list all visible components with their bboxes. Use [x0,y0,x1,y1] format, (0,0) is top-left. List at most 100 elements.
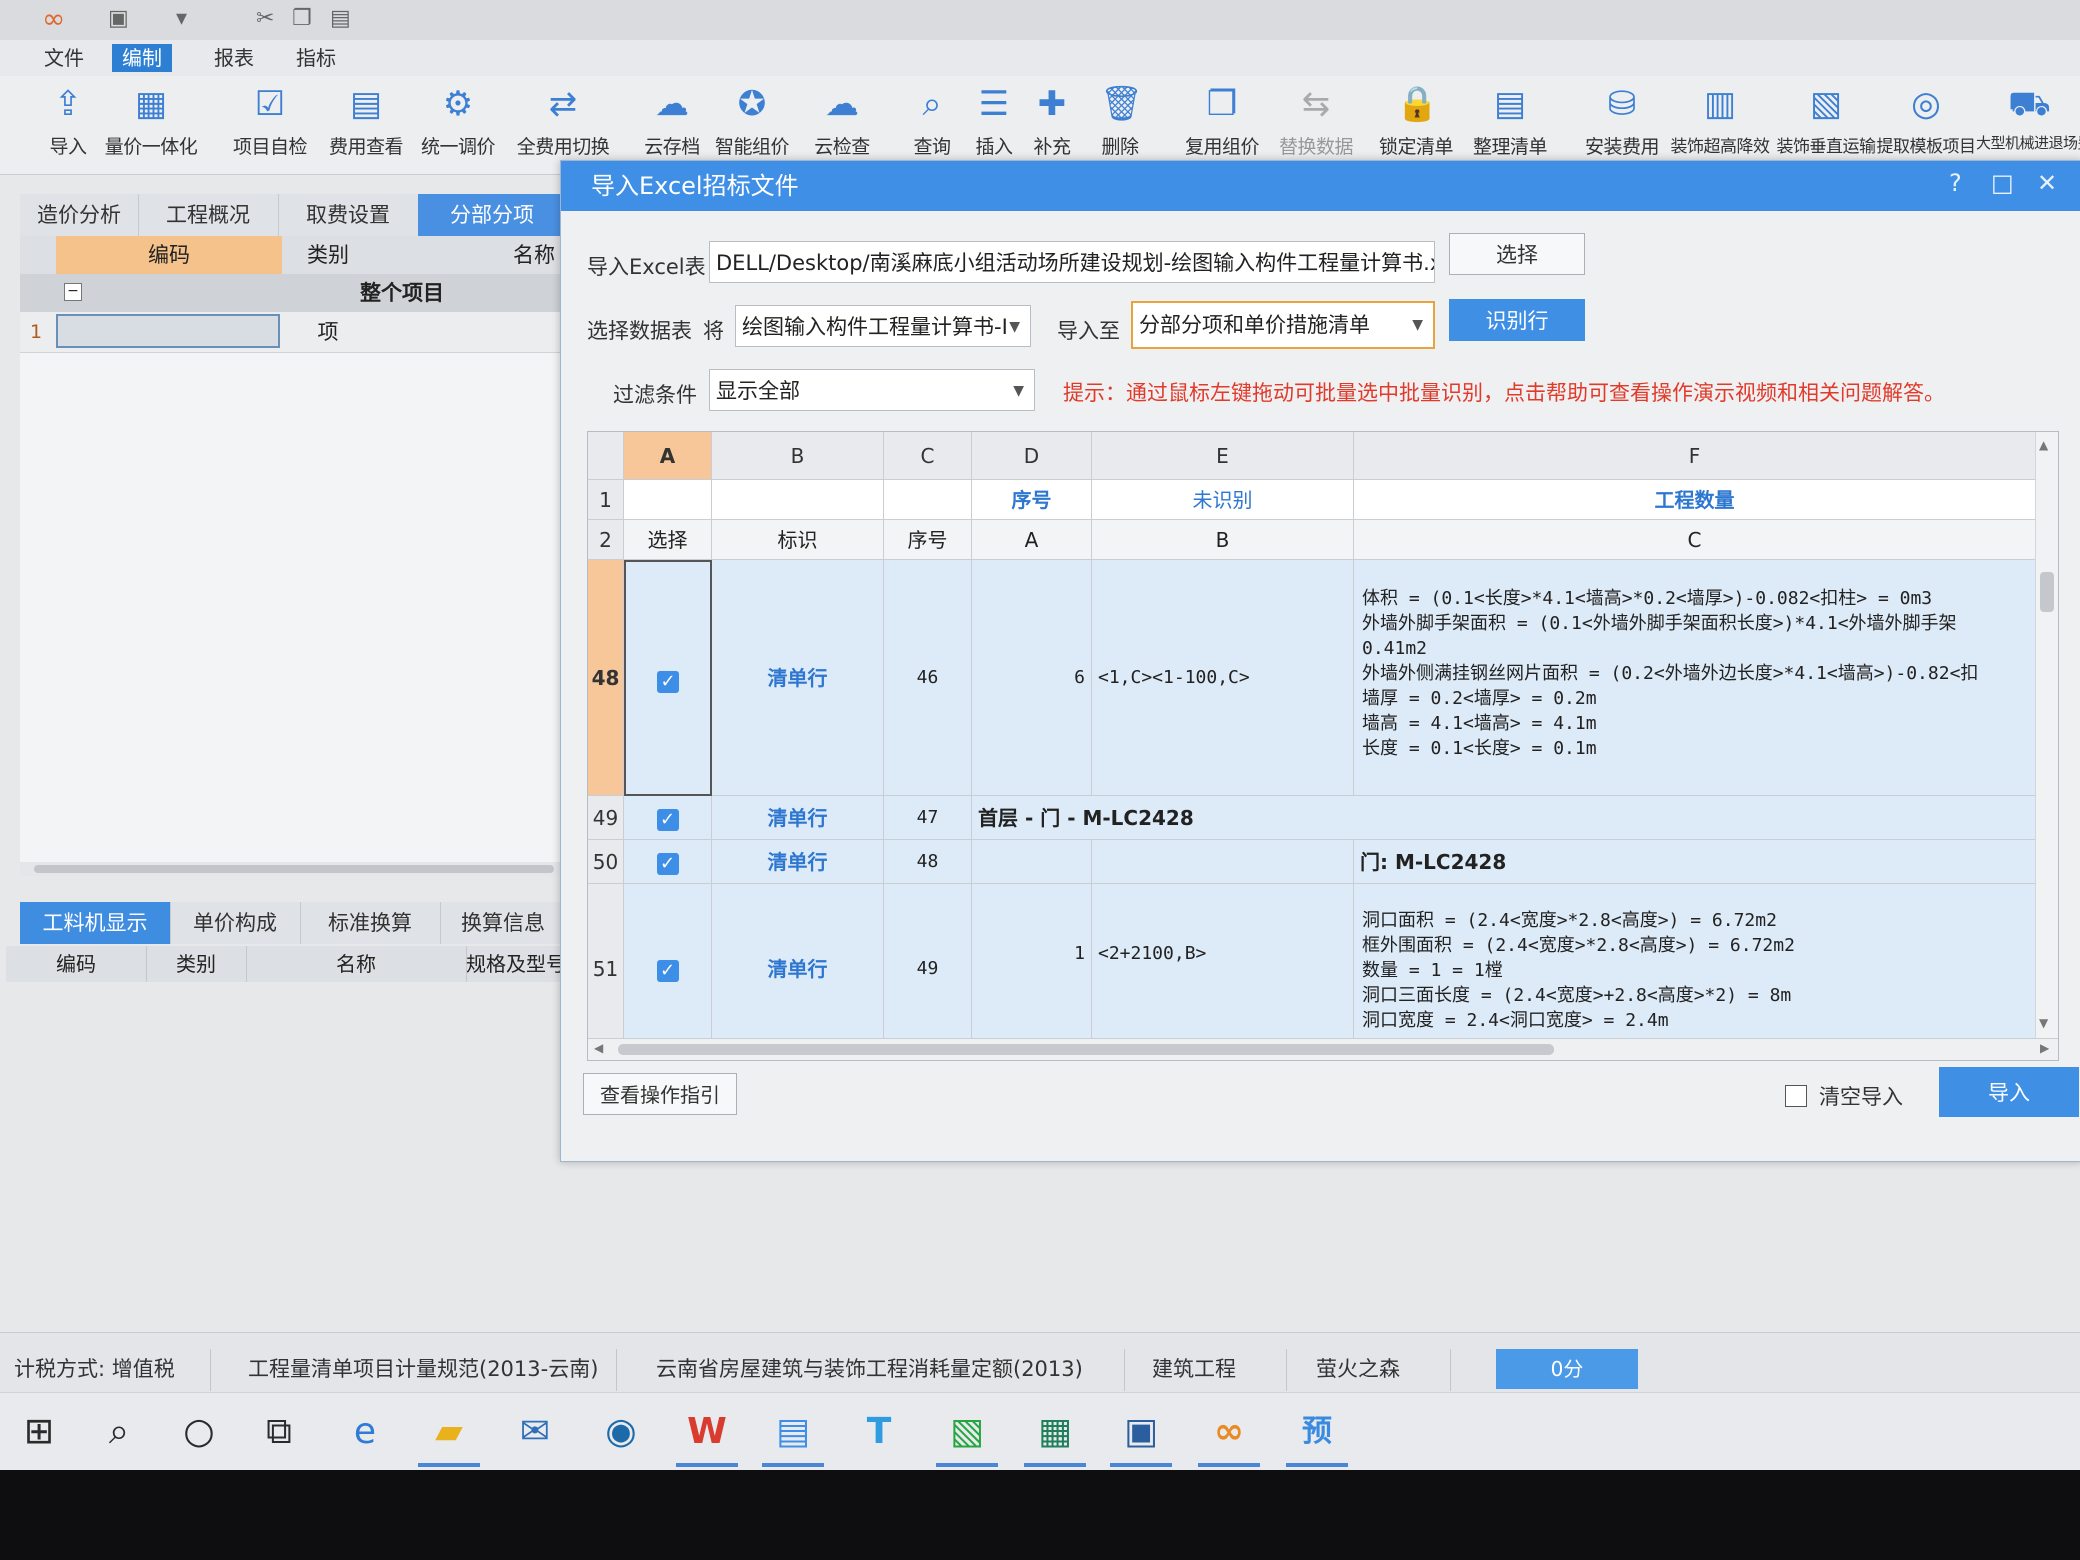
row-number[interactable]: 49 [588,796,624,840]
code-cell-editing[interactable] [56,314,280,348]
column-c-header[interactable]: C [884,432,972,480]
column-map-f[interactable]: 工程数量 [1354,480,2036,520]
scroll-down-icon[interactable]: ▼ [2039,1016,2048,1030]
header-spec[interactable]: 规格及型号 [466,946,567,982]
horizontal-scrollbar[interactable] [20,862,566,876]
select-checkbox[interactable]: ✓ [624,884,712,1054]
checkbox-checked-icon[interactable]: ✓ [656,809,679,831]
app-icon-6[interactable]: ▣ [1110,1407,1172,1467]
column-d-header[interactable]: D [972,432,1092,480]
app-icon-3[interactable]: T [854,1407,904,1457]
paste-icon[interactable]: ▤ [330,6,351,31]
row-number[interactable]: 51 [588,884,624,1054]
tab-project-overview[interactable]: 工程概况 [138,194,279,236]
column-map-e[interactable]: 未识别 [1092,480,1354,520]
header-code[interactable]: 编码 [56,236,283,274]
checkbox-checked-icon[interactable]: ✓ [656,960,679,982]
cloud-check-button[interactable]: ☁ 云检查 [794,80,890,170]
tab-sub-items[interactable]: 分部分项 [418,194,567,236]
sheet-select[interactable]: 绘图输入构件工程量计算书-I ▼ [735,305,1031,347]
scroll-right-icon[interactable]: ▶ [2040,1041,2049,1055]
mail-icon[interactable]: ✉ [510,1407,560,1457]
tab-cost-analysis[interactable]: 造价分析 [20,194,139,236]
cortana-icon[interactable]: ○ [174,1407,224,1457]
column-map-d[interactable]: 序号 [972,480,1092,520]
clear-import-checkbox[interactable] [1785,1085,1807,1107]
excel-path-field[interactable]: DELL/Desktop/南溪麻底小组活动场所建设规划-绘图输入构件工程量计算书… [709,241,1435,283]
decor-height-button[interactable]: ▥ 装饰超高降效 [1670,80,1771,170]
extract-template-button[interactable]: ◎ 提取模板项目 [1876,80,1977,170]
scroll-left-icon[interactable]: ◀ [594,1041,603,1055]
save-icon[interactable]: ▣ [108,6,129,31]
checkbox-checked-icon[interactable]: ✓ [656,853,679,875]
self-check-button[interactable]: ☑ 项目自检 [222,80,318,170]
select-checkbox[interactable]: ✓ [624,560,712,796]
identify-rows-button[interactable]: 识别行 [1449,299,1585,341]
header-name[interactable]: 名称 [246,946,467,982]
dialog-title-bar[interactable]: 导入Excel招标文件 ? □ ✕ [561,161,2080,211]
scroll-thumb[interactable] [2040,572,2054,612]
column-e-header[interactable]: E [1092,432,1354,480]
menu-report[interactable]: 报表 [204,44,264,72]
cut-icon[interactable]: ✂ [256,6,274,31]
unify-price-button[interactable]: ⚙ 统一调价 [410,80,506,170]
checkbox-checked-icon[interactable]: ✓ [657,671,679,693]
header-name[interactable]: 名称 [374,236,566,274]
wps-icon[interactable]: W [676,1407,738,1467]
undo-icon[interactable]: ▾ [176,6,187,31]
row-mark[interactable]: 清单行 [712,840,884,884]
copy-icon[interactable]: ❐ [292,6,312,31]
file-explorer-icon[interactable]: ▰ [418,1407,480,1467]
install-fee-button[interactable]: ⛁ 安装费用 [1574,80,1670,170]
column-b-header[interactable]: B [712,432,884,480]
group-row[interactable]: − 整个项目 [20,274,566,312]
scroll-thumb[interactable] [618,1044,1554,1055]
tab-labor-material[interactable]: 工料机显示 [20,902,171,944]
import-button[interactable]: 导入 [1939,1067,2079,1117]
collapse-icon[interactable]: − [64,283,82,301]
quota-standard[interactable]: 云南省房屋建筑与装饰工程消耗量定额(2013) [656,1353,1083,1383]
replace-data-button[interactable]: ⇆ 替换数据 [1268,80,1364,170]
score-badge[interactable]: 0分 [1496,1349,1638,1389]
smart-pricing-button[interactable]: ✪ 智能组价 [704,80,800,170]
organize-list-button[interactable]: ▤ 整理清单 [1462,80,1558,170]
tab-fee-settings[interactable]: 取费设置 [278,194,419,236]
column-a-header[interactable]: A [624,432,712,480]
tab-convert-info[interactable]: 换算信息 [440,902,567,944]
app-icon-5[interactable]: ▦ [1024,1407,1086,1467]
formula-cell[interactable]: 洞口面积 = (2.4<宽度>*2.8<高度>) = 6.72m2 框外围面积 … [1354,884,2036,1054]
lock-list-button[interactable]: 🔒 锁定清单 [1368,80,1464,170]
section-header-cell[interactable]: 首层 - 门 - M-LC2428 [972,796,2036,840]
row-number[interactable]: 50 [588,840,624,884]
quantity-price-button[interactable]: ▦ 量价一体化 [96,80,206,170]
logo-icon[interactable]: ∞ [42,2,65,35]
glodon-icon[interactable]: ∞ [1198,1407,1260,1467]
full-cost-switch-button[interactable]: ⇄ 全费用切换 [508,80,618,170]
clear-import-label[interactable]: 清空导入 [1819,1081,1903,1111]
view-guide-button[interactable]: 查看操作指引 [583,1073,737,1115]
tab-unit-price[interactable]: 单价构成 [170,902,301,944]
machinery-fee-button[interactable]: ⛟大型机械进退场费 [1976,80,2080,170]
header-code[interactable]: 编码 [6,946,147,982]
horizontal-scrollbar[interactable]: ◀ ▶ [588,1038,2058,1060]
row-mark[interactable]: 清单行 [712,560,884,796]
select-checkbox[interactable]: ✓ [624,796,712,840]
header-type[interactable]: 类别 [146,946,247,982]
table-row[interactable]: 1 项 [20,312,566,353]
scroll-up-icon[interactable]: ▲ [2039,438,2048,452]
filter-select[interactable]: 显示全部 ▼ [709,369,1035,411]
spec-standard[interactable]: 工程量清单项目计量规范(2013-云南) [248,1353,598,1383]
header-type[interactable]: 类别 [282,236,375,274]
app-icon-4[interactable]: ▧ [936,1407,998,1467]
import-to-select[interactable]: 分部分项和单价措施清单 ▼ [1131,301,1435,349]
column-f-header[interactable]: F [1354,432,2036,480]
vertical-scrollbar[interactable]: ▲ ▼ [2035,432,2058,1038]
search-icon[interactable]: ⌕ [94,1407,144,1457]
menu-index[interactable]: 指标 [286,44,346,72]
choose-button[interactable]: 选择 [1449,233,1585,275]
view-cost-button[interactable]: ▤ 费用查看 [318,80,414,170]
select-checkbox[interactable]: ✓ [624,840,712,884]
row-number[interactable]: 48 [588,560,624,796]
tab-standard-convert[interactable]: 标准换算 [300,902,441,944]
row-mark[interactable]: 清单行 [712,796,884,840]
